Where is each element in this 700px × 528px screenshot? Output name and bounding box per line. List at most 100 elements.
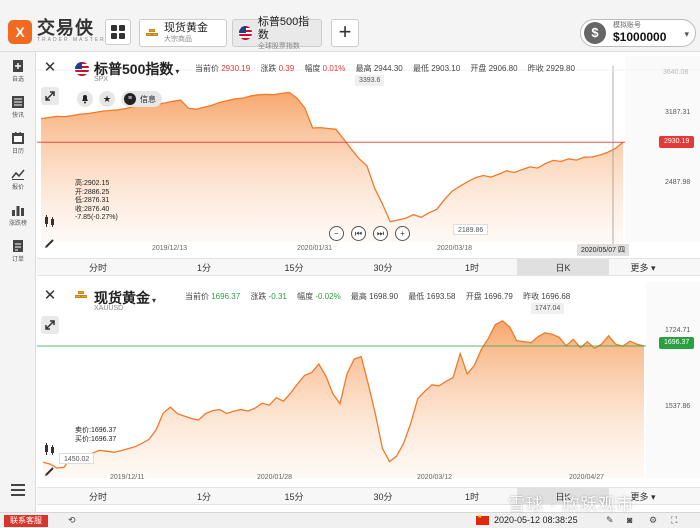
info-button[interactable]: ≡ 信息	[121, 91, 162, 107]
expand-chart-button[interactable]	[41, 316, 59, 334]
grid-cell-icon	[111, 25, 117, 31]
nav-label: 报价	[11, 185, 24, 191]
current-label: 当前价	[185, 292, 209, 301]
change-value: 0.39	[278, 64, 295, 73]
nav-item-quotes[interactable]: 报价	[0, 168, 36, 191]
instrument-code: SPX	[94, 76, 109, 83]
crosshair-date: 2020/05/07 四	[577, 244, 629, 256]
expand-chart-button[interactable]	[41, 87, 59, 105]
star-icon: ★	[102, 94, 112, 104]
timeframe-2[interactable]: 15分	[249, 488, 339, 504]
instrument-code: XAUUSD	[94, 305, 124, 312]
order-icon	[13, 240, 23, 252]
dollar-icon: $	[584, 22, 606, 44]
gold-panel: ✕ 现货黄金 ▾ XAUUSD 当前价 1696.37 涨跌 -0.31 幅度 -…	[37, 282, 700, 508]
low-value: 1693.58	[426, 292, 456, 301]
app-logo[interactable]: X 交易侠 TRADER MASTER	[8, 19, 106, 44]
buy-price: 买价:1696.37	[75, 435, 117, 443]
current-price: 1696.37	[211, 292, 241, 301]
timeframe-6[interactable]: 更多 ▾	[609, 259, 677, 275]
ohlc-open: 开:2886.25	[75, 188, 110, 196]
us-flag-icon	[239, 26, 252, 40]
close-panel-button[interactable]: ✕	[41, 59, 59, 77]
edit-icon[interactable]: ✎	[606, 515, 614, 526]
camera-icon[interactable]: ◙	[627, 515, 632, 525]
open-value: 1696.79	[483, 292, 513, 301]
timeframe-4[interactable]: 1时	[427, 488, 517, 504]
quote-line-icon	[11, 169, 25, 180]
translate-icon[interactable]: ⟲	[68, 515, 76, 526]
gold-bars-icon	[75, 291, 87, 299]
account-switcher[interactable]: $ 模拟账号 $1000000 ▾	[580, 19, 696, 47]
candle-tool-button[interactable]	[43, 214, 57, 228]
nav-label: 自选	[11, 77, 24, 83]
fullscreen-icon[interactable]: ⛶	[671, 515, 677, 526]
zoom-in-button[interactable]: +	[395, 226, 410, 241]
nav-item-news[interactable]: 快讯	[0, 96, 36, 119]
news-icon	[12, 96, 24, 108]
candlestick-icon	[45, 215, 54, 227]
prev-label: 昨收	[523, 292, 540, 301]
skip-back-button[interactable]: ⏮	[351, 226, 366, 241]
panel-title-text: 标普500指数	[94, 61, 174, 77]
draw-tool-button[interactable]	[43, 464, 57, 478]
timeframe-1[interactable]: 1分	[159, 488, 249, 504]
nav-item-ranking[interactable]: 涨跌榜	[0, 204, 36, 227]
grid-cell-icon	[111, 33, 117, 39]
tab-spx[interactable]: 标普500指数 全球股票指数	[232, 16, 322, 50]
timeframe-5[interactable]: 日K	[517, 259, 609, 275]
change-label: 涨跌	[260, 64, 277, 73]
nav-item-calendar[interactable]: 日历	[0, 132, 36, 155]
alert-bell-button[interactable]	[77, 91, 93, 107]
nav-label: 订单	[11, 257, 24, 263]
nav-item-watchlist[interactable]: 自选	[0, 60, 36, 83]
layout-grid-button[interactable]	[105, 19, 131, 45]
favorite-button[interactable]: ★	[99, 91, 115, 107]
prev-label: 昨收	[527, 64, 544, 73]
tab-gold[interactable]: 现货黄金 大宗商品	[139, 19, 227, 47]
y-axis-label: 1537.86	[665, 403, 691, 410]
high-value: 1698.90	[369, 292, 399, 301]
panel-actions: ★ ≡ 信息	[77, 91, 162, 107]
timeframe-1[interactable]: 1分	[159, 259, 249, 275]
draw-tool-button[interactable]	[43, 236, 57, 250]
app-name: 交易侠	[37, 18, 94, 38]
skip-forward-button[interactable]: ⏭	[373, 226, 388, 241]
cn-flag-icon	[476, 513, 489, 525]
timeframe-3[interactable]: 30分	[339, 259, 427, 275]
quote-row: 当前价 1696.37 涨跌 -0.31 幅度 -0.02% 最高 1698.9…	[185, 291, 578, 302]
timeframe-4[interactable]: 1时	[427, 259, 517, 275]
quote-row: 当前价 2930.19 涨跌 0.39 幅度 0.01% 最高 2944.30 …	[195, 63, 583, 74]
candle-tool-button[interactable]	[43, 442, 57, 456]
status-datetime: 2020-05-12 08:38:25	[494, 515, 578, 525]
contact-support-button[interactable]: 联系客服	[4, 515, 48, 527]
high-marker: 3393.6	[355, 75, 385, 86]
close-panel-button[interactable]: ✕	[41, 287, 59, 305]
timeframe-0[interactable]: 分时	[37, 488, 159, 504]
y-axis-top: 3640.08	[663, 69, 689, 76]
tab-gold-name: 现货黄金	[164, 22, 208, 34]
timeframe-2[interactable]: 15分	[249, 259, 339, 275]
x-axis-label: 2020/03/12	[417, 474, 453, 481]
high-marker: 1747.04	[531, 303, 565, 314]
y-axis-label: 3187.31	[665, 109, 691, 116]
menu-icon[interactable]	[11, 484, 25, 499]
settings-icon[interactable]: ⚙	[649, 515, 657, 526]
timeframe-3[interactable]: 30分	[339, 488, 427, 504]
last-price-tag: 2930.19	[659, 136, 695, 148]
high-label: 最高	[350, 292, 367, 301]
open-value: 2906.80	[488, 64, 518, 73]
low-value: 2903.10	[431, 64, 461, 73]
sell-price: 卖价:1696.37	[75, 427, 117, 434]
spx-panel: ✕ 标普500指数 ▾ SPX 当前价 2930.19 涨跌 0.39 幅度 0.…	[37, 56, 700, 278]
tab-gold-sub: 大宗商品	[164, 36, 192, 43]
zoom-out-button[interactable]: −	[329, 226, 344, 241]
nav-item-orders[interactable]: 订单	[0, 240, 36, 263]
timeframe-0[interactable]: 分时	[37, 259, 159, 275]
bell-icon	[82, 95, 88, 104]
gold-chart[interactable]	[37, 282, 700, 490]
add-tab-button[interactable]: +	[331, 19, 359, 47]
low-marker: 1450.02	[59, 453, 95, 464]
x-axis-label: 2020/03/18	[437, 245, 473, 252]
low-label: 最低	[408, 292, 425, 301]
